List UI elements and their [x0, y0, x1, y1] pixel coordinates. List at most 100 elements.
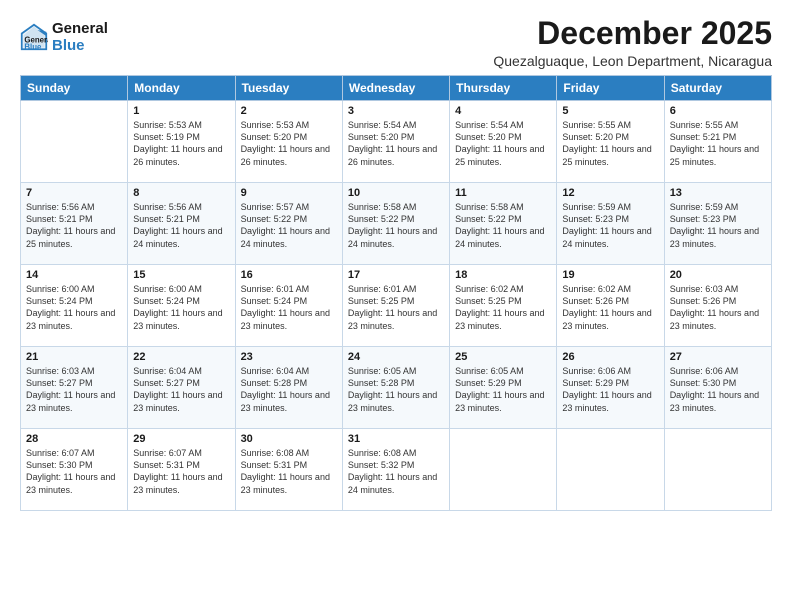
calendar-cell [450, 429, 557, 511]
day-number: 4 [455, 105, 551, 117]
day-number: 17 [348, 269, 444, 281]
cell-info: Sunrise: 5:58 AMSunset: 5:22 PMDaylight:… [455, 201, 551, 250]
day-number: 8 [133, 187, 229, 199]
day-number: 10 [348, 187, 444, 199]
cell-info: Sunrise: 6:05 AMSunset: 5:28 PMDaylight:… [348, 365, 444, 414]
col-sunday: Sunday [21, 76, 128, 101]
calendar-cell [664, 429, 771, 511]
calendar-cell: 1 Sunrise: 5:53 AMSunset: 5:19 PMDayligh… [128, 101, 235, 183]
cell-info: Sunrise: 5:55 AMSunset: 5:21 PMDaylight:… [670, 119, 766, 168]
calendar-cell: 28 Sunrise: 6:07 AMSunset: 5:30 PMDaylig… [21, 429, 128, 511]
col-thursday: Thursday [450, 76, 557, 101]
calendar-week-1: 1 Sunrise: 5:53 AMSunset: 5:19 PMDayligh… [21, 101, 772, 183]
title-block: December 2025 Quezalguaque, Leon Departm… [493, 16, 772, 69]
cell-info: Sunrise: 6:05 AMSunset: 5:29 PMDaylight:… [455, 365, 551, 414]
calendar-cell: 18 Sunrise: 6:02 AMSunset: 5:25 PMDaylig… [450, 265, 557, 347]
calendar-cell: 26 Sunrise: 6:06 AMSunset: 5:29 PMDaylig… [557, 347, 664, 429]
calendar-cell: 8 Sunrise: 5:56 AMSunset: 5:21 PMDayligh… [128, 183, 235, 265]
calendar-cell: 29 Sunrise: 6:07 AMSunset: 5:31 PMDaylig… [128, 429, 235, 511]
cell-info: Sunrise: 6:00 AMSunset: 5:24 PMDaylight:… [26, 283, 122, 332]
calendar-cell: 23 Sunrise: 6:04 AMSunset: 5:28 PMDaylig… [235, 347, 342, 429]
day-number: 16 [241, 269, 337, 281]
day-number: 15 [133, 269, 229, 281]
day-number: 24 [348, 351, 444, 363]
calendar-cell: 6 Sunrise: 5:55 AMSunset: 5:21 PMDayligh… [664, 101, 771, 183]
logo: General Blue General Blue [20, 20, 108, 55]
day-number: 9 [241, 187, 337, 199]
cell-info: Sunrise: 6:07 AMSunset: 5:31 PMDaylight:… [133, 447, 229, 496]
svg-text:Blue: Blue [24, 43, 42, 52]
day-number: 30 [241, 433, 337, 445]
day-number: 6 [670, 105, 766, 117]
day-number: 14 [26, 269, 122, 281]
day-number: 2 [241, 105, 337, 117]
calendar-week-2: 7 Sunrise: 5:56 AMSunset: 5:21 PMDayligh… [21, 183, 772, 265]
day-number: 5 [562, 105, 658, 117]
day-number: 23 [241, 351, 337, 363]
cell-info: Sunrise: 6:06 AMSunset: 5:30 PMDaylight:… [670, 365, 766, 414]
calendar-cell: 21 Sunrise: 6:03 AMSunset: 5:27 PMDaylig… [21, 347, 128, 429]
cell-info: Sunrise: 6:08 AMSunset: 5:32 PMDaylight:… [348, 447, 444, 496]
calendar-cell: 12 Sunrise: 5:59 AMSunset: 5:23 PMDaylig… [557, 183, 664, 265]
subtitle: Quezalguaque, Leon Department, Nicaragua [493, 53, 772, 69]
cell-info: Sunrise: 6:01 AMSunset: 5:25 PMDaylight:… [348, 283, 444, 332]
day-number: 18 [455, 269, 551, 281]
calendar-cell: 2 Sunrise: 5:53 AMSunset: 5:20 PMDayligh… [235, 101, 342, 183]
cell-info: Sunrise: 5:53 AMSunset: 5:19 PMDaylight:… [133, 119, 229, 168]
day-number: 21 [26, 351, 122, 363]
calendar-header-row: Sunday Monday Tuesday Wednesday Thursday… [21, 76, 772, 101]
col-friday: Friday [557, 76, 664, 101]
cell-info: Sunrise: 6:02 AMSunset: 5:25 PMDaylight:… [455, 283, 551, 332]
calendar-week-3: 14 Sunrise: 6:00 AMSunset: 5:24 PMDaylig… [21, 265, 772, 347]
cell-info: Sunrise: 6:00 AMSunset: 5:24 PMDaylight:… [133, 283, 229, 332]
col-wednesday: Wednesday [342, 76, 449, 101]
day-number: 19 [562, 269, 658, 281]
calendar-cell: 7 Sunrise: 5:56 AMSunset: 5:21 PMDayligh… [21, 183, 128, 265]
day-number: 7 [26, 187, 122, 199]
col-monday: Monday [128, 76, 235, 101]
calendar-cell: 22 Sunrise: 6:04 AMSunset: 5:27 PMDaylig… [128, 347, 235, 429]
cell-info: Sunrise: 6:06 AMSunset: 5:29 PMDaylight:… [562, 365, 658, 414]
cell-info: Sunrise: 6:03 AMSunset: 5:27 PMDaylight:… [26, 365, 122, 414]
day-number: 25 [455, 351, 551, 363]
day-number: 27 [670, 351, 766, 363]
day-number: 11 [455, 187, 551, 199]
calendar-week-5: 28 Sunrise: 6:07 AMSunset: 5:30 PMDaylig… [21, 429, 772, 511]
cell-info: Sunrise: 6:04 AMSunset: 5:27 PMDaylight:… [133, 365, 229, 414]
calendar-cell: 16 Sunrise: 6:01 AMSunset: 5:24 PMDaylig… [235, 265, 342, 347]
calendar-cell: 5 Sunrise: 5:55 AMSunset: 5:20 PMDayligh… [557, 101, 664, 183]
calendar-cell: 30 Sunrise: 6:08 AMSunset: 5:31 PMDaylig… [235, 429, 342, 511]
day-number: 31 [348, 433, 444, 445]
day-number: 1 [133, 105, 229, 117]
col-tuesday: Tuesday [235, 76, 342, 101]
calendar-cell: 4 Sunrise: 5:54 AMSunset: 5:20 PMDayligh… [450, 101, 557, 183]
cell-info: Sunrise: 6:02 AMSunset: 5:26 PMDaylight:… [562, 283, 658, 332]
day-number: 12 [562, 187, 658, 199]
calendar-cell: 13 Sunrise: 5:59 AMSunset: 5:23 PMDaylig… [664, 183, 771, 265]
cell-info: Sunrise: 5:59 AMSunset: 5:23 PMDaylight:… [670, 201, 766, 250]
day-number: 13 [670, 187, 766, 199]
cell-info: Sunrise: 5:54 AMSunset: 5:20 PMDaylight:… [348, 119, 444, 168]
cell-info: Sunrise: 5:58 AMSunset: 5:22 PMDaylight:… [348, 201, 444, 250]
cell-info: Sunrise: 5:56 AMSunset: 5:21 PMDaylight:… [26, 201, 122, 250]
calendar-cell: 15 Sunrise: 6:00 AMSunset: 5:24 PMDaylig… [128, 265, 235, 347]
col-saturday: Saturday [664, 76, 771, 101]
cell-info: Sunrise: 5:57 AMSunset: 5:22 PMDaylight:… [241, 201, 337, 250]
cell-info: Sunrise: 6:04 AMSunset: 5:28 PMDaylight:… [241, 365, 337, 414]
month-title: December 2025 [493, 16, 772, 51]
cell-info: Sunrise: 5:53 AMSunset: 5:20 PMDaylight:… [241, 119, 337, 168]
calendar-cell: 3 Sunrise: 5:54 AMSunset: 5:20 PMDayligh… [342, 101, 449, 183]
calendar-cell: 31 Sunrise: 6:08 AMSunset: 5:32 PMDaylig… [342, 429, 449, 511]
calendar-cell: 24 Sunrise: 6:05 AMSunset: 5:28 PMDaylig… [342, 347, 449, 429]
calendar-cell: 25 Sunrise: 6:05 AMSunset: 5:29 PMDaylig… [450, 347, 557, 429]
calendar: Sunday Monday Tuesday Wednesday Thursday… [20, 75, 772, 511]
calendar-cell: 11 Sunrise: 5:58 AMSunset: 5:22 PMDaylig… [450, 183, 557, 265]
day-number: 3 [348, 105, 444, 117]
day-number: 22 [133, 351, 229, 363]
calendar-cell: 14 Sunrise: 6:00 AMSunset: 5:24 PMDaylig… [21, 265, 128, 347]
cell-info: Sunrise: 6:07 AMSunset: 5:30 PMDaylight:… [26, 447, 122, 496]
cell-info: Sunrise: 5:54 AMSunset: 5:20 PMDaylight:… [455, 119, 551, 168]
calendar-cell: 19 Sunrise: 6:02 AMSunset: 5:26 PMDaylig… [557, 265, 664, 347]
logo-line1: General [52, 20, 108, 37]
cell-info: Sunrise: 6:01 AMSunset: 5:24 PMDaylight:… [241, 283, 337, 332]
